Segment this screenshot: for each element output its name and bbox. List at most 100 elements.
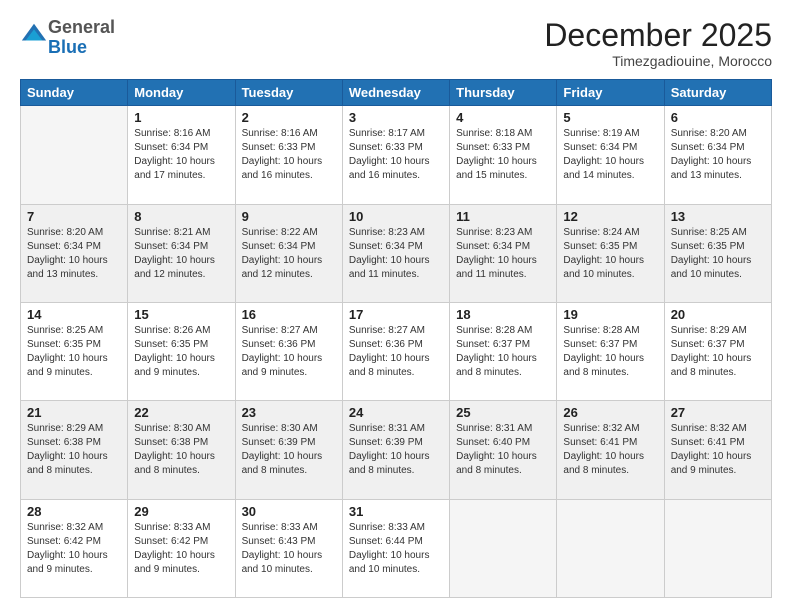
day-info: Sunrise: 8:23 AM Sunset: 6:34 PM Dayligh… (349, 226, 443, 282)
day-info: Sunrise: 8:18 AM Sunset: 6:33 PM Dayligh… (456, 127, 550, 183)
header-saturday: Saturday (664, 80, 771, 106)
table-row: 22 Sunrise: 8:30 AM Sunset: 6:38 PM Dayli… (128, 401, 235, 499)
day-info: Sunrise: 8:29 AM Sunset: 6:37 PM Dayligh… (671, 324, 765, 380)
table-row: 10 Sunrise: 8:23 AM Sunset: 6:34 PM Dayli… (342, 204, 449, 302)
table-row: 9Sunrise: 8:22 AM Sunset: 6:34 PM Daylig… (235, 204, 342, 302)
day-info: Sunrise: 8:30 AM Sunset: 6:38 PM Dayligh… (134, 422, 228, 478)
day-info: Sunrise: 8:31 AM Sunset: 6:39 PM Dayligh… (349, 422, 443, 478)
header: General Blue December 2025 Timezgadiouin… (20, 18, 772, 69)
day-number: 31 (349, 504, 443, 519)
table-row: 25 Sunrise: 8:31 AM Sunset: 6:40 PM Dayli… (450, 401, 557, 499)
logo-text: General Blue (48, 18, 115, 58)
table-row: 1 Sunrise: 8:16 AM Sunset: 6:34 PM Daylig… (128, 106, 235, 204)
day-info: Sunrise: 8:28 AM Sunset: 6:37 PM Dayligh… (563, 324, 657, 380)
day-info: Sunrise: 8:16 AM Sunset: 6:33 PM Dayligh… (242, 127, 336, 183)
day-number: 17 (349, 307, 443, 322)
day-info: Sunrise: 8:25 AM Sunset: 6:35 PM Dayligh… (671, 226, 765, 282)
day-number: 22 (134, 405, 228, 420)
day-number: 11 (456, 209, 550, 224)
day-info: Sunrise: 8:32 AM Sunset: 6:42 PM Dayligh… (27, 521, 121, 577)
day-number: 21 (27, 405, 121, 420)
day-info: Sunrise: 8:16 AM Sunset: 6:34 PM Dayligh… (134, 127, 228, 183)
table-row: 7 Sunrise: 8:20 AM Sunset: 6:34 PM Daylig… (21, 204, 128, 302)
table-row: 2 Sunrise: 8:16 AM Sunset: 6:33 PM Daylig… (235, 106, 342, 204)
day-info: Sunrise: 8:25 AM Sunset: 6:35 PM Dayligh… (27, 324, 121, 380)
day-number: 10 (349, 209, 443, 224)
header-monday: Monday (128, 80, 235, 106)
day-number: 18 (456, 307, 550, 322)
day-info: Sunrise: 8:24 AM Sunset: 6:35 PM Dayligh… (563, 226, 657, 282)
day-info: Sunrise: 8:20 AM Sunset: 6:34 PM Dayligh… (671, 127, 765, 183)
table-row: 26 Sunrise: 8:32 AM Sunset: 6:41 PM Dayli… (557, 401, 664, 499)
table-row: 12 Sunrise: 8:24 AM Sunset: 6:35 PM Dayli… (557, 204, 664, 302)
day-info: Sunrise: 8:26 AM Sunset: 6:35 PM Dayligh… (134, 324, 228, 380)
table-row: 13 Sunrise: 8:25 AM Sunset: 6:35 PM Dayli… (664, 204, 771, 302)
day-number: 23 (242, 405, 336, 420)
day-number: 29 (134, 504, 228, 519)
day-number: 13 (671, 209, 765, 224)
logo-general: General (48, 17, 115, 37)
table-row: 28 Sunrise: 8:32 AM Sunset: 6:42 PM Dayli… (21, 499, 128, 597)
day-number: 14 (27, 307, 121, 322)
header-tuesday: Tuesday (235, 80, 342, 106)
day-number: 20 (671, 307, 765, 322)
day-info: Sunrise: 8:21 AM Sunset: 6:34 PM Dayligh… (134, 226, 228, 282)
table-row: 23 Sunrise: 8:30 AM Sunset: 6:39 PM Dayli… (235, 401, 342, 499)
table-row: 21 Sunrise: 8:29 AM Sunset: 6:38 PM Dayli… (21, 401, 128, 499)
logo: General Blue (20, 18, 115, 58)
day-number: 27 (671, 405, 765, 420)
day-info: Sunrise: 8:23 AM Sunset: 6:34 PM Dayligh… (456, 226, 550, 282)
table-row: 18Sunrise: 8:28 AM Sunset: 6:37 PM Dayli… (450, 302, 557, 400)
table-row: 16Sunrise: 8:27 AM Sunset: 6:36 PM Dayli… (235, 302, 342, 400)
day-info: Sunrise: 8:29 AM Sunset: 6:38 PM Dayligh… (27, 422, 121, 478)
table-row (664, 499, 771, 597)
day-info: Sunrise: 8:32 AM Sunset: 6:41 PM Dayligh… (671, 422, 765, 478)
day-info: Sunrise: 8:30 AM Sunset: 6:39 PM Dayligh… (242, 422, 336, 478)
calendar-week-row: 21 Sunrise: 8:29 AM Sunset: 6:38 PM Dayli… (21, 401, 772, 499)
day-info: Sunrise: 8:33 AM Sunset: 6:43 PM Dayligh… (242, 521, 336, 577)
day-number: 8 (134, 209, 228, 224)
day-info: Sunrise: 8:31 AM Sunset: 6:40 PM Dayligh… (456, 422, 550, 478)
day-info: Sunrise: 8:19 AM Sunset: 6:34 PM Dayligh… (563, 127, 657, 183)
table-row: 15 Sunrise: 8:26 AM Sunset: 6:35 PM Dayli… (128, 302, 235, 400)
table-row: 27 Sunrise: 8:32 AM Sunset: 6:41 PM Dayli… (664, 401, 771, 499)
calendar-week-row: 14 Sunrise: 8:25 AM Sunset: 6:35 PM Dayli… (21, 302, 772, 400)
calendar-week-row: 28 Sunrise: 8:32 AM Sunset: 6:42 PM Dayli… (21, 499, 772, 597)
day-number: 6 (671, 110, 765, 125)
day-number: 4 (456, 110, 550, 125)
logo-blue: Blue (48, 37, 87, 57)
calendar-week-row: 1 Sunrise: 8:16 AM Sunset: 6:34 PM Daylig… (21, 106, 772, 204)
day-info: Sunrise: 8:27 AM Sunset: 6:36 PM Dayligh… (349, 324, 443, 380)
day-number: 30 (242, 504, 336, 519)
day-number: 24 (349, 405, 443, 420)
table-row: 6 Sunrise: 8:20 AM Sunset: 6:34 PM Daylig… (664, 106, 771, 204)
table-row (557, 499, 664, 597)
day-number: 15 (134, 307, 228, 322)
day-info: Sunrise: 8:33 AM Sunset: 6:42 PM Dayligh… (134, 521, 228, 577)
location-subtitle: Timezgadiouine, Morocco (544, 53, 772, 69)
table-row: 8 Sunrise: 8:21 AM Sunset: 6:34 PM Daylig… (128, 204, 235, 302)
header-friday: Friday (557, 80, 664, 106)
table-row: 30 Sunrise: 8:33 AM Sunset: 6:43 PM Dayli… (235, 499, 342, 597)
month-title: December 2025 (544, 18, 772, 53)
table-row: 19Sunrise: 8:28 AM Sunset: 6:37 PM Dayli… (557, 302, 664, 400)
table-row: 14 Sunrise: 8:25 AM Sunset: 6:35 PM Dayli… (21, 302, 128, 400)
table-row: 5Sunrise: 8:19 AM Sunset: 6:34 PM Daylig… (557, 106, 664, 204)
day-info: Sunrise: 8:20 AM Sunset: 6:34 PM Dayligh… (27, 226, 121, 282)
header-sunday: Sunday (21, 80, 128, 106)
day-number: 12 (563, 209, 657, 224)
logo-icon (20, 20, 48, 48)
day-number: 28 (27, 504, 121, 519)
header-thursday: Thursday (450, 80, 557, 106)
day-number: 2 (242, 110, 336, 125)
table-row: 29 Sunrise: 8:33 AM Sunset: 6:42 PM Dayli… (128, 499, 235, 597)
day-info: Sunrise: 8:32 AM Sunset: 6:41 PM Dayligh… (563, 422, 657, 478)
day-number: 7 (27, 209, 121, 224)
table-row: 31Sunrise: 8:33 AM Sunset: 6:44 PM Dayli… (342, 499, 449, 597)
day-number: 1 (134, 110, 228, 125)
day-info: Sunrise: 8:22 AM Sunset: 6:34 PM Dayligh… (242, 226, 336, 282)
day-number: 16 (242, 307, 336, 322)
day-number: 26 (563, 405, 657, 420)
day-number: 25 (456, 405, 550, 420)
table-row (21, 106, 128, 204)
